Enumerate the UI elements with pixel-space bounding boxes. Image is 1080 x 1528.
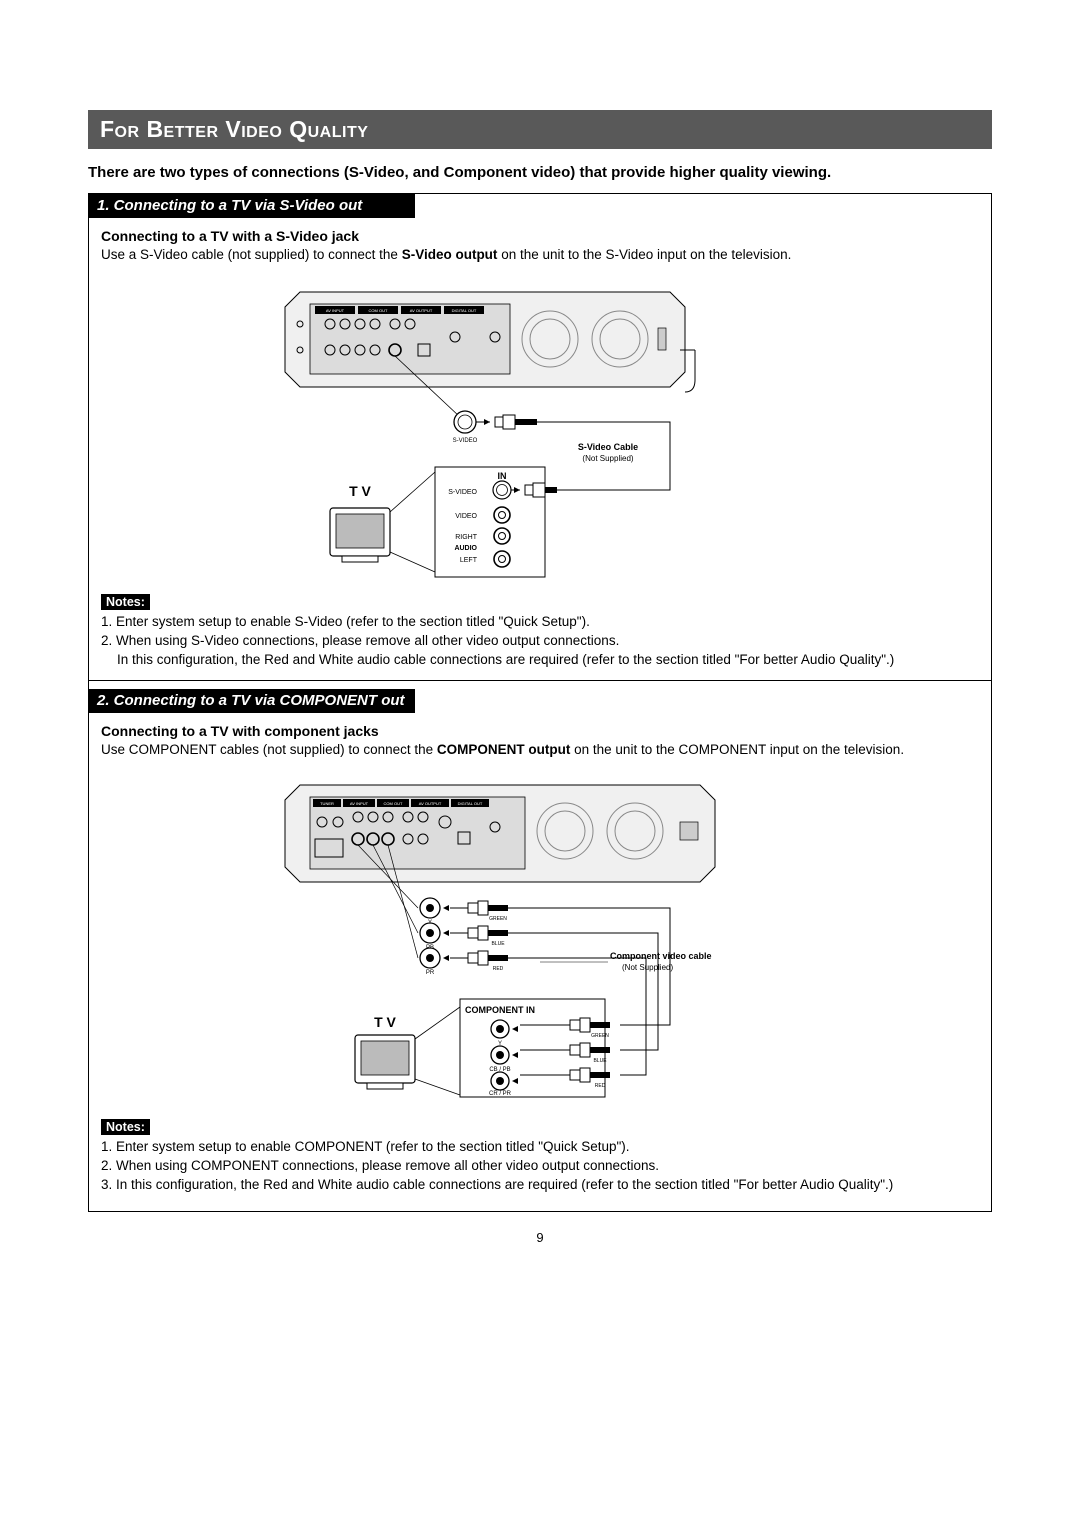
svg-text:VIDEO: VIDEO [455,513,477,520]
svg-text:AV INPUT: AV INPUT [350,801,369,806]
note-item: 2. When using COMPONENT connections, ple… [101,1157,979,1176]
body-post: on the unit to the S-Video input on the … [497,247,791,262]
subheading-svideo: Connecting to a TV with a S-Video jack [101,228,979,244]
svg-text:Component video cable: Component video cable [610,951,712,961]
svg-text:S-VIDEO: S-VIDEO [448,489,477,496]
svg-text:RED: RED [595,1083,606,1089]
body-component: Use COMPONENT cables (not supplied) to c… [101,741,979,759]
svg-text:T V: T V [374,1014,396,1030]
note-item: 2. When using S-Video connections, pleas… [101,632,979,651]
svg-text:S-VIDEO: S-VIDEO [453,438,478,444]
body-post: on the unit to the COMPONENT input on th… [570,742,904,757]
svg-text:(Not Supplied): (Not Supplied) [582,454,633,463]
notes-list-2: 1. Enter system setup to enable COMPONEN… [101,1138,979,1195]
svg-text:DIGITAL OUT: DIGITAL OUT [458,801,483,806]
svg-text:CR / PR: CR / PR [489,1091,512,1097]
body-pre: Use a S-Video cable (not supplied) to co… [101,247,402,262]
svg-text:DIGITAL OUT: DIGITAL OUT [452,308,477,313]
svg-text:AV OUTPUT: AV OUTPUT [419,801,442,806]
section-heading-svideo: 1. Connecting to a TV via S-Video out [89,194,415,218]
svg-text:GREEN: GREEN [489,916,507,922]
svg-text:TUNER: TUNER [320,801,334,806]
svg-text:BLUE: BLUE [491,941,505,947]
notes-list-1: 1. Enter system setup to enable S-Video … [101,613,979,670]
notes-label-1: Notes: [101,594,150,610]
divider [89,680,991,681]
jack-pb: PB [420,923,440,951]
svg-text:AV OUTPUT: AV OUTPUT [410,308,433,313]
manual-page: For Better Video Quality There are two t… [0,0,1080,1285]
diagram-component: TUNER AV INPUT COM OUT AV OUTPUT DIGITAL… [89,767,991,1107]
svg-text:PR: PR [426,970,435,976]
svg-text:BLUE: BLUE [593,1058,607,1064]
page-title: For Better Video Quality [88,110,992,149]
svg-text:LEFT: LEFT [460,557,478,564]
note-item: 3. In this configuration, the Red and Wh… [101,1176,979,1195]
page-number: 9 [88,1230,992,1245]
svg-text:AUDIO: AUDIO [454,545,477,552]
unit-icon: TUNER AV INPUT COM OUT AV OUTPUT DIGITAL… [285,785,715,882]
svg-text:(Not Supplied): (Not Supplied) [622,963,673,972]
note-item: 1. Enter system setup to enable COMPONEN… [101,1138,979,1157]
tv-icon: T V [355,1014,415,1089]
svg-text:GREEN: GREEN [591,1033,609,1039]
content-box: 1. Connecting to a TV via S-Video out Co… [88,193,992,1212]
body-bold: S-Video output [402,247,498,262]
svg-text:COM OUT: COM OUT [384,801,403,806]
svg-text:AV INPUT: AV INPUT [326,308,345,313]
svg-text:RIGHT: RIGHT [455,534,478,541]
intro-text: There are two types of connections (S-Vi… [88,163,992,183]
note-item: In this configuration, the Red and White… [101,651,979,670]
svg-text:T V: T V [349,483,371,499]
jack-y: Y [420,898,440,926]
body-pre: Use COMPONENT cables (not supplied) to c… [101,742,437,757]
svg-text:COM OUT: COM OUT [369,308,388,313]
svg-text:S-Video Cable: S-Video Cable [578,442,638,452]
svg-text:RED: RED [493,966,504,972]
diagram-svideo: AV INPUT COM OUT AV OUTPUT DIGITAL OUT [89,272,991,582]
unit-icon: AV INPUT COM OUT AV OUTPUT DIGITAL OUT [285,292,695,392]
svg-text:COMPONENT IN: COMPONENT IN [465,1005,535,1015]
body-bold: COMPONENT output [437,742,570,757]
section-heading-component: 2. Connecting to a TV via COMPONENT out [89,689,415,713]
notes-label-2: Notes: [101,1119,150,1135]
subheading-component: Connecting to a TV with component jacks [101,723,979,739]
note-item: 1. Enter system setup to enable S-Video … [101,613,979,632]
jack-pr: PR [420,948,440,976]
svg-text:IN: IN [498,471,507,481]
tv-icon: T V [330,483,390,562]
body-svideo: Use a S-Video cable (not supplied) to co… [101,246,979,264]
